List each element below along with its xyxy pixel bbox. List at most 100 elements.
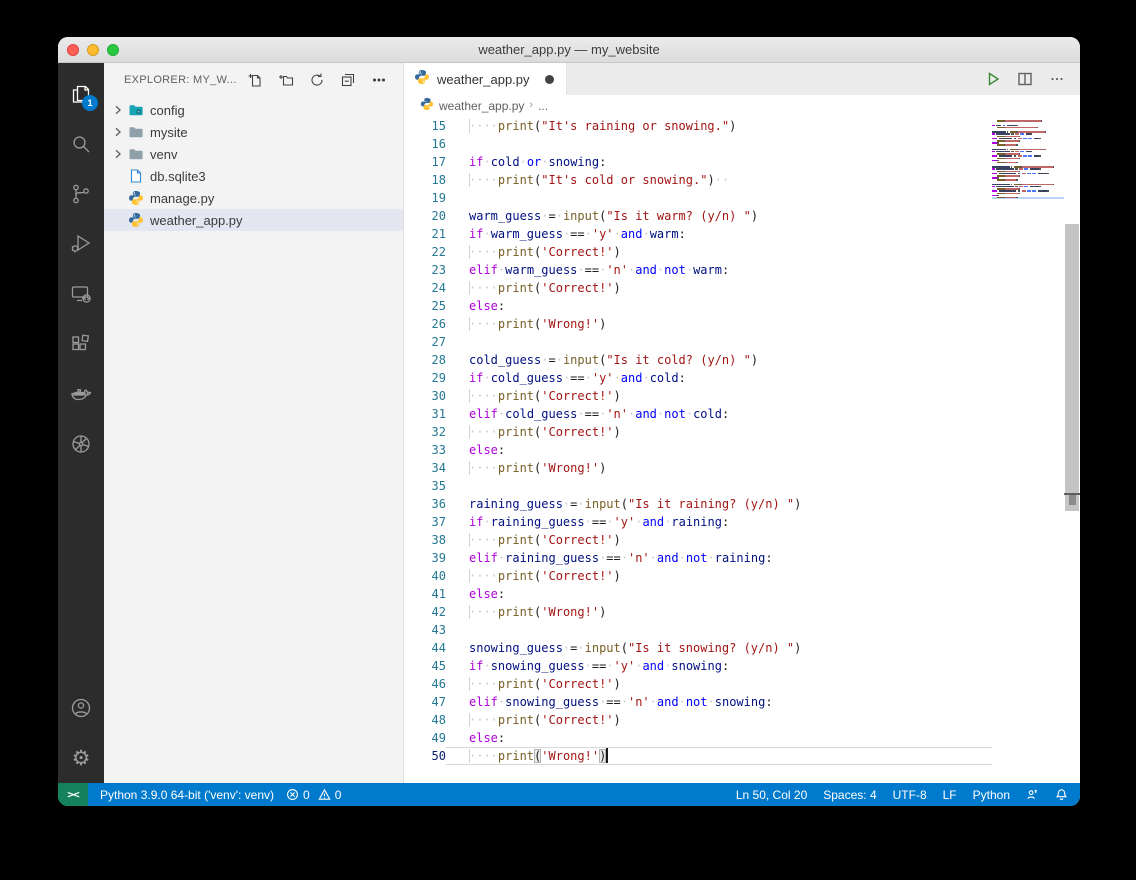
code-line-28[interactable]: 28cold_guess·=·input("Is it cold? (y/n) … — [404, 351, 992, 369]
indent-guide — [469, 569, 470, 583]
breadcrumb[interactable]: weather_app.py › ... — [404, 95, 1080, 117]
modified-dot-icon[interactable] — [545, 75, 554, 84]
feedback-button[interactable] — [1026, 788, 1039, 801]
close-window-button[interactable] — [67, 44, 79, 56]
tree-item-db.sqlite3[interactable]: db.sqlite3 — [104, 165, 403, 187]
code-line-18[interactable]: 18····print("It's cold or snowing.")·· — [404, 171, 992, 189]
line-content: ····print('Correct!') — [469, 569, 621, 583]
line-content: ····print('Wrong!') — [469, 317, 606, 331]
indent-guide — [469, 317, 470, 331]
line-number: 50 — [404, 747, 446, 765]
notifications-button[interactable] — [1055, 788, 1068, 801]
explorer-more-actions-button[interactable] — [371, 72, 387, 88]
line-number: 48 — [404, 711, 446, 729]
code-line-38[interactable]: 38····print('Correct!') — [404, 531, 992, 549]
code-line-15[interactable]: 15····print("It's raining or snowing.") — [404, 117, 992, 135]
new-file-button[interactable] — [247, 72, 263, 88]
line-number: 26 — [404, 315, 446, 333]
code-line-19[interactable]: 19 — [404, 189, 992, 207]
new-folder-button[interactable] — [278, 72, 294, 88]
code-line-49[interactable]: 49else: — [404, 729, 992, 747]
breadcrumb-tail[interactable]: ... — [538, 99, 548, 113]
indentation-indicator[interactable]: Spaces: 4 — [823, 788, 876, 802]
language-mode-indicator[interactable]: Python — [973, 788, 1010, 802]
tree-item-venv[interactable]: venv — [104, 143, 403, 165]
code-line-39[interactable]: 39elif·raining_guess·==·'n'·and·not·rain… — [404, 549, 992, 567]
code-line-16[interactable]: 16 — [404, 135, 992, 153]
activity-explorer-button[interactable]: 1 — [58, 69, 104, 119]
code-line-23[interactable]: 23elif·warm_guess·==·'n'·and·not·warm: — [404, 261, 992, 279]
cursor-position-indicator[interactable]: Ln 50, Col 20 — [736, 788, 807, 802]
remote-indicator[interactable]: >< — [58, 783, 88, 806]
code-line-22[interactable]: 22····print('Correct!') — [404, 243, 992, 261]
line-content: ····print('Wrong!') — [469, 605, 606, 619]
tree-item-mysite[interactable]: mysite — [104, 121, 403, 143]
manage-settings-button[interactable]: ⚙ — [58, 733, 104, 783]
problems-indicator[interactable]: 0 0 — [286, 788, 341, 802]
explorer-title: EXPLORER: MY_W... — [124, 74, 247, 86]
code-line-24[interactable]: 24····print('Correct!') — [404, 279, 992, 297]
zoom-window-button[interactable] — [107, 44, 119, 56]
code-area[interactable]: 15····print("It's raining or snowing.")1… — [404, 117, 1080, 783]
tree-item-config[interactable]: config — [104, 99, 403, 121]
tree-item-manage.py[interactable]: manage.py — [104, 187, 403, 209]
code-line-47[interactable]: 47elif·snowing_guess·==·'n'·and·not·snow… — [404, 693, 992, 711]
code-line-30[interactable]: 30····print('Correct!') — [404, 387, 992, 405]
minimap[interactable] — [992, 120, 1064, 199]
split-editor-button[interactable] — [1016, 70, 1034, 88]
line-number: 37 — [404, 513, 446, 531]
code-line-46[interactable]: 46····print('Correct!') — [404, 675, 992, 693]
code-line-43[interactable]: 43 — [404, 621, 992, 639]
code-line-32[interactable]: 32····print('Correct!') — [404, 423, 992, 441]
code-line-40[interactable]: 40····print('Correct!') — [404, 567, 992, 585]
editor-more-actions-button[interactable] — [1048, 70, 1066, 88]
run-python-file-button[interactable] — [984, 70, 1002, 88]
tree-item-weather_app.py[interactable]: weather_app.py — [104, 209, 403, 231]
code-line-50[interactable]: 50····print('Wrong!') — [404, 747, 992, 765]
tab-label: weather_app.py — [437, 72, 530, 87]
activity-run-debug-button[interactable] — [58, 219, 104, 269]
line-content: else: — [469, 443, 505, 457]
code-line-34[interactable]: 34····print('Wrong!') — [404, 459, 992, 477]
code-line-27[interactable]: 27 — [404, 333, 992, 351]
activity-kubernetes-button[interactable] — [58, 419, 104, 469]
code-line-31[interactable]: 31elif·cold_guess·==·'n'·and·not·cold: — [404, 405, 992, 423]
code-line-20[interactable]: 20warm_guess·=·input("Is it warm? (y/n) … — [404, 207, 992, 225]
code-line-33[interactable]: 33 else: — [404, 441, 992, 459]
code-line-45[interactable]: 45if·snowing_guess·==·'y'·and·snowing: — [404, 657, 992, 675]
code-line-29[interactable]: 29if·cold_guess·==·'y'·and·cold: — [404, 369, 992, 387]
activity-remote-explorer-button[interactable] — [58, 269, 104, 319]
code-line-26[interactable]: 26 ····print('Wrong!') — [404, 315, 992, 333]
eol-indicator[interactable]: LF — [943, 788, 957, 802]
scrollbar-thumb[interactable] — [1065, 224, 1079, 511]
code-line-41[interactable]: 41else: — [404, 585, 992, 603]
activity-docker-button[interactable] — [58, 369, 104, 419]
activity-extensions-button[interactable] — [58, 319, 104, 369]
activity-search-button[interactable] — [58, 119, 104, 169]
code-line-42[interactable]: 42····print('Wrong!') — [404, 603, 992, 621]
code-lines[interactable]: 15····print("It's raining or snowing.")1… — [404, 117, 992, 765]
code-line-36[interactable]: 36raining_guess·=·input("Is it raining? … — [404, 495, 992, 513]
breadcrumb-file[interactable]: weather_app.py — [439, 99, 524, 113]
collapse-folders-button[interactable] — [340, 72, 356, 88]
code-line-25[interactable]: 25else: — [404, 297, 992, 315]
line-number: 36 — [404, 495, 446, 513]
folder-icon — [128, 124, 144, 140]
activity-source-control-button[interactable] — [58, 169, 104, 219]
file-tree: configmysitevenvdb.sqlite3manage.pyweath… — [104, 99, 403, 231]
accounts-button[interactable] — [58, 683, 104, 733]
code-line-21[interactable]: 21if·warm_guess·==·'y'·and·warm: — [404, 225, 992, 243]
tab-weather-app[interactable]: weather_app.py — [404, 63, 567, 95]
code-line-48[interactable]: 48····print('Correct!') — [404, 711, 992, 729]
code-line-37[interactable]: 37if·raining_guess·==·'y'·and·raining: — [404, 513, 992, 531]
vertical-scrollbar[interactable] — [1064, 117, 1080, 783]
code-line-44[interactable]: 44snowing_guess·=·input("Is it snowing? … — [404, 639, 992, 657]
code-line-17[interactable]: 17if·cold·or·snowing: — [404, 153, 992, 171]
refresh-explorer-button[interactable] — [309, 72, 325, 88]
encoding-indicator[interactable]: UTF-8 — [893, 788, 927, 802]
python-interpreter-selector[interactable]: Python 3.9.0 64-bit ('venv': venv) — [100, 788, 274, 802]
line-number: 33 — [404, 441, 446, 459]
chevron-right-icon — [110, 102, 126, 118]
code-line-35[interactable]: 35 — [404, 477, 992, 495]
minimize-window-button[interactable] — [87, 44, 99, 56]
